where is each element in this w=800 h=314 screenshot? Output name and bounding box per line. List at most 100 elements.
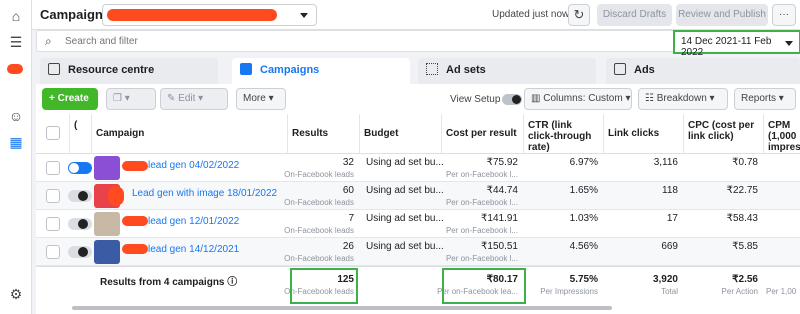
more-options-button[interactable]: ··· <box>772 4 796 26</box>
total-clicks-sub: Total <box>661 287 678 296</box>
columns-button[interactable]: ▥ Columns: Custom ▾ <box>524 88 632 110</box>
reports-label: Reports <box>741 93 777 104</box>
cost-cell: ₹75.92 Per on-Facebook l... <box>442 154 524 182</box>
campaign-name-link[interactable]: lead gen 04/02/2022 <box>148 160 239 171</box>
campaigns-table: ( Campaign Results Budget Cost per resul… <box>36 114 800 314</box>
cost-sub: Per on-Facebook l... <box>445 198 518 207</box>
info-icon[interactable]: ⓘ <box>227 277 237 288</box>
ctr-value: 1.65% <box>569 185 598 196</box>
campaign-toggle[interactable] <box>68 246 92 258</box>
settings-icon[interactable]: ⚙ <box>8 286 24 302</box>
results-value: 60 <box>342 185 354 196</box>
tab-ads[interactable]: Ads <box>606 58 800 84</box>
cost-cell: ₹44.74 Per on-Facebook l... <box>442 182 524 210</box>
tab-label: Resource centre <box>68 64 155 76</box>
table-row[interactable]: Lead gen with image 18/01/2022 60 On-Face… <box>36 182 800 210</box>
total-clicks-cell: 3,920 Total <box>604 271 684 299</box>
row-checkbox[interactable] <box>46 189 60 203</box>
header-budget[interactable]: Budget <box>360 114 442 154</box>
tab-label: Ad sets <box>446 64 486 76</box>
campaign-toggle[interactable] <box>68 190 92 202</box>
header-campaign[interactable]: Campaign <box>92 114 288 154</box>
reports-button[interactable]: Reports ▾ <box>734 88 796 110</box>
header-cost-per-result[interactable]: Cost per result <box>442 114 524 154</box>
account-selector[interactable] <box>102 4 317 26</box>
redaction-mark <box>108 186 124 206</box>
results-value: 32 <box>342 157 354 168</box>
clicks-cell: 118 <box>604 182 684 210</box>
total-cpc-sub: Per Action <box>721 287 758 296</box>
table-row[interactable]: lead gen 12/01/2022 7 On-Facebook leads U… <box>36 210 800 238</box>
account-avatar[interactable] <box>7 64 23 74</box>
campaign-toggle[interactable] <box>68 162 92 174</box>
campaign-toggle[interactable] <box>68 218 92 230</box>
results-sub: On-Facebook leads <box>284 226 354 235</box>
tab-resource-centre[interactable]: Resource centre <box>40 58 218 84</box>
campaign-thumbnail <box>94 240 120 264</box>
plus-icon: + <box>49 93 58 104</box>
breakdown-icon: ☷ <box>645 93 657 104</box>
total-cpm-sub: Per 1,00 <box>766 287 797 296</box>
edit-button[interactable]: ✎ Edit ▾ <box>160 88 228 110</box>
ads-manager-icon[interactable]: ▦ <box>8 134 24 150</box>
date-range-picker[interactable]: 14 Dec 2021-11 Feb 2022 <box>673 30 800 58</box>
review-publish-button[interactable]: Review and Publish <box>676 4 768 26</box>
chevron-down-icon <box>300 13 308 18</box>
edit-label: Edit <box>178 93 196 104</box>
budget-cell: Using ad set bu... <box>360 210 444 238</box>
tab-label: Ads <box>634 64 655 76</box>
clicks-cell: 3,116 <box>604 154 684 182</box>
campaign-name-link[interactable]: lead gen 12/01/2022 <box>148 216 239 227</box>
cpc-cell: ₹22.75 <box>684 182 764 210</box>
table-row[interactable]: lead gen 04/02/2022 32 On-Facebook leads … <box>36 154 800 182</box>
row-checkbox[interactable] <box>46 245 60 259</box>
header-cpc[interactable]: CPC (cost per link click) <box>684 114 764 154</box>
home-icon[interactable]: ⌂ <box>8 8 24 24</box>
refresh-button[interactable]: ↻ <box>568 4 590 26</box>
header-ctr[interactable]: CTR (link click-through rate) <box>524 114 604 154</box>
toolbar: + Create ❐ ▾ ✎ Edit ▾ More ▾ View Setup … <box>36 84 800 114</box>
results-sub: On-Facebook leads <box>284 198 354 207</box>
duplicate-button[interactable]: ❐ ▾ <box>106 88 156 110</box>
header-results[interactable]: Results <box>288 114 360 154</box>
campaign-name-link[interactable]: Lead gen with image 18/01/2022 <box>132 188 277 199</box>
view-setup-label: View Setup <box>450 94 501 105</box>
duplicate-icon: ❐ <box>113 93 122 104</box>
view-setup-toggle[interactable] <box>502 94 522 105</box>
menu-icon[interactable]: ☰ <box>8 34 24 50</box>
tab-campaigns[interactable]: Campaigns <box>232 58 410 86</box>
row-checkbox[interactable] <box>46 217 60 231</box>
budget-value: Using ad set bu... <box>366 185 444 196</box>
horizontal-scrollbar[interactable] <box>72 306 612 310</box>
clicks-cell: 17 <box>604 210 684 238</box>
search-input[interactable] <box>65 34 465 48</box>
campaign-name-link[interactable]: lead gen 14/12/2021 <box>148 244 239 255</box>
breakdown-button[interactable]: ☷ Breakdown ▾ <box>638 88 728 110</box>
select-all-checkbox[interactable] <box>46 126 60 140</box>
table-row[interactable]: lead gen 14/12/2021 26 On-Facebook leads … <box>36 238 800 266</box>
dashboard-icon[interactable]: ☺ <box>8 108 24 124</box>
cpc-cell: ₹0.78 <box>684 154 764 182</box>
more-button[interactable]: More ▾ <box>236 88 286 110</box>
main-area: Campaigns Updated just now ↻ Discard Dra… <box>32 0 800 314</box>
results-cell: 60 On-Facebook leads <box>284 182 360 210</box>
create-label: Create <box>57 93 89 104</box>
row-checkbox[interactable] <box>46 161 60 175</box>
refresh-icon: ↻ <box>573 7 585 22</box>
campaign-thumbnail <box>94 212 120 236</box>
tab-label: Campaigns <box>260 64 320 76</box>
updated-status: Updated just now <box>492 9 570 20</box>
redacted-account-name <box>107 9 277 21</box>
cost-cell: ₹150.51 Per on-Facebook l... <box>442 238 524 266</box>
total-ctr-cell: 5.75% Per Impressions <box>524 271 604 299</box>
header-link-clicks[interactable]: Link clicks <box>604 114 684 154</box>
discard-drafts-button[interactable]: Discard Drafts <box>597 4 672 26</box>
cost-value: ₹150.51 <box>481 241 518 252</box>
create-button[interactable]: + Create <box>42 88 98 110</box>
tab-ad-sets[interactable]: Ad sets <box>418 58 596 84</box>
clicks-cell: 669 <box>604 238 684 266</box>
redaction-mark <box>122 161 148 171</box>
cpc-value: ₹58.43 <box>726 213 758 224</box>
cost-sub: Per on-Facebook l... <box>445 170 518 179</box>
header-cpm[interactable]: CPM (1,000 impres <box>764 114 800 154</box>
